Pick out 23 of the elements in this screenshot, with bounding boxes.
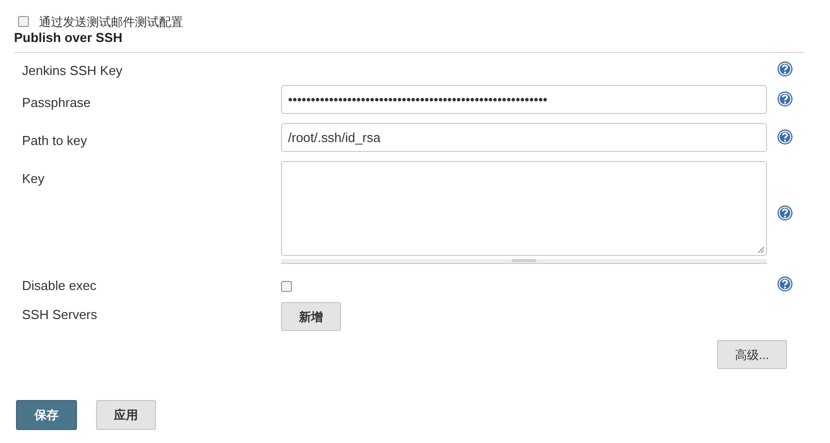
apply-button[interactable]: 应用 xyxy=(96,400,156,430)
help-icon[interactable] xyxy=(777,61,793,77)
resize-handle[interactable] xyxy=(281,259,767,264)
checkbox[interactable] xyxy=(281,281,292,292)
checkbox-label: 通过发送测试邮件测试配置 xyxy=(39,14,183,30)
text-field[interactable]: ••••••••••••••••••••••••••••••••••••••••••••••••••••••••• xyxy=(281,85,767,114)
advanced-button[interactable]: 高级... xyxy=(717,340,787,369)
add-button[interactable]: 新增 xyxy=(281,302,341,331)
checkbox[interactable] xyxy=(18,16,29,27)
field-label: Passphrase xyxy=(22,95,91,110)
field-label: SSH Servers xyxy=(22,307,98,322)
field-label: Disable exec xyxy=(22,278,96,293)
section-title: Publish over SSH xyxy=(14,30,122,45)
help-icon[interactable] xyxy=(777,205,793,221)
help-icon[interactable] xyxy=(777,276,793,292)
resize-grip-icon[interactable] xyxy=(757,246,765,254)
text-field[interactable]: /root/.ssh/id_rsa xyxy=(281,123,767,152)
help-icon[interactable] xyxy=(777,91,793,107)
field-label: Path to key xyxy=(22,133,88,148)
save-button[interactable]: 保存 xyxy=(16,400,77,430)
help-icon[interactable] xyxy=(777,129,793,145)
field-label: Jenkins SSH Key xyxy=(22,63,122,78)
field-label: Key xyxy=(22,171,44,186)
